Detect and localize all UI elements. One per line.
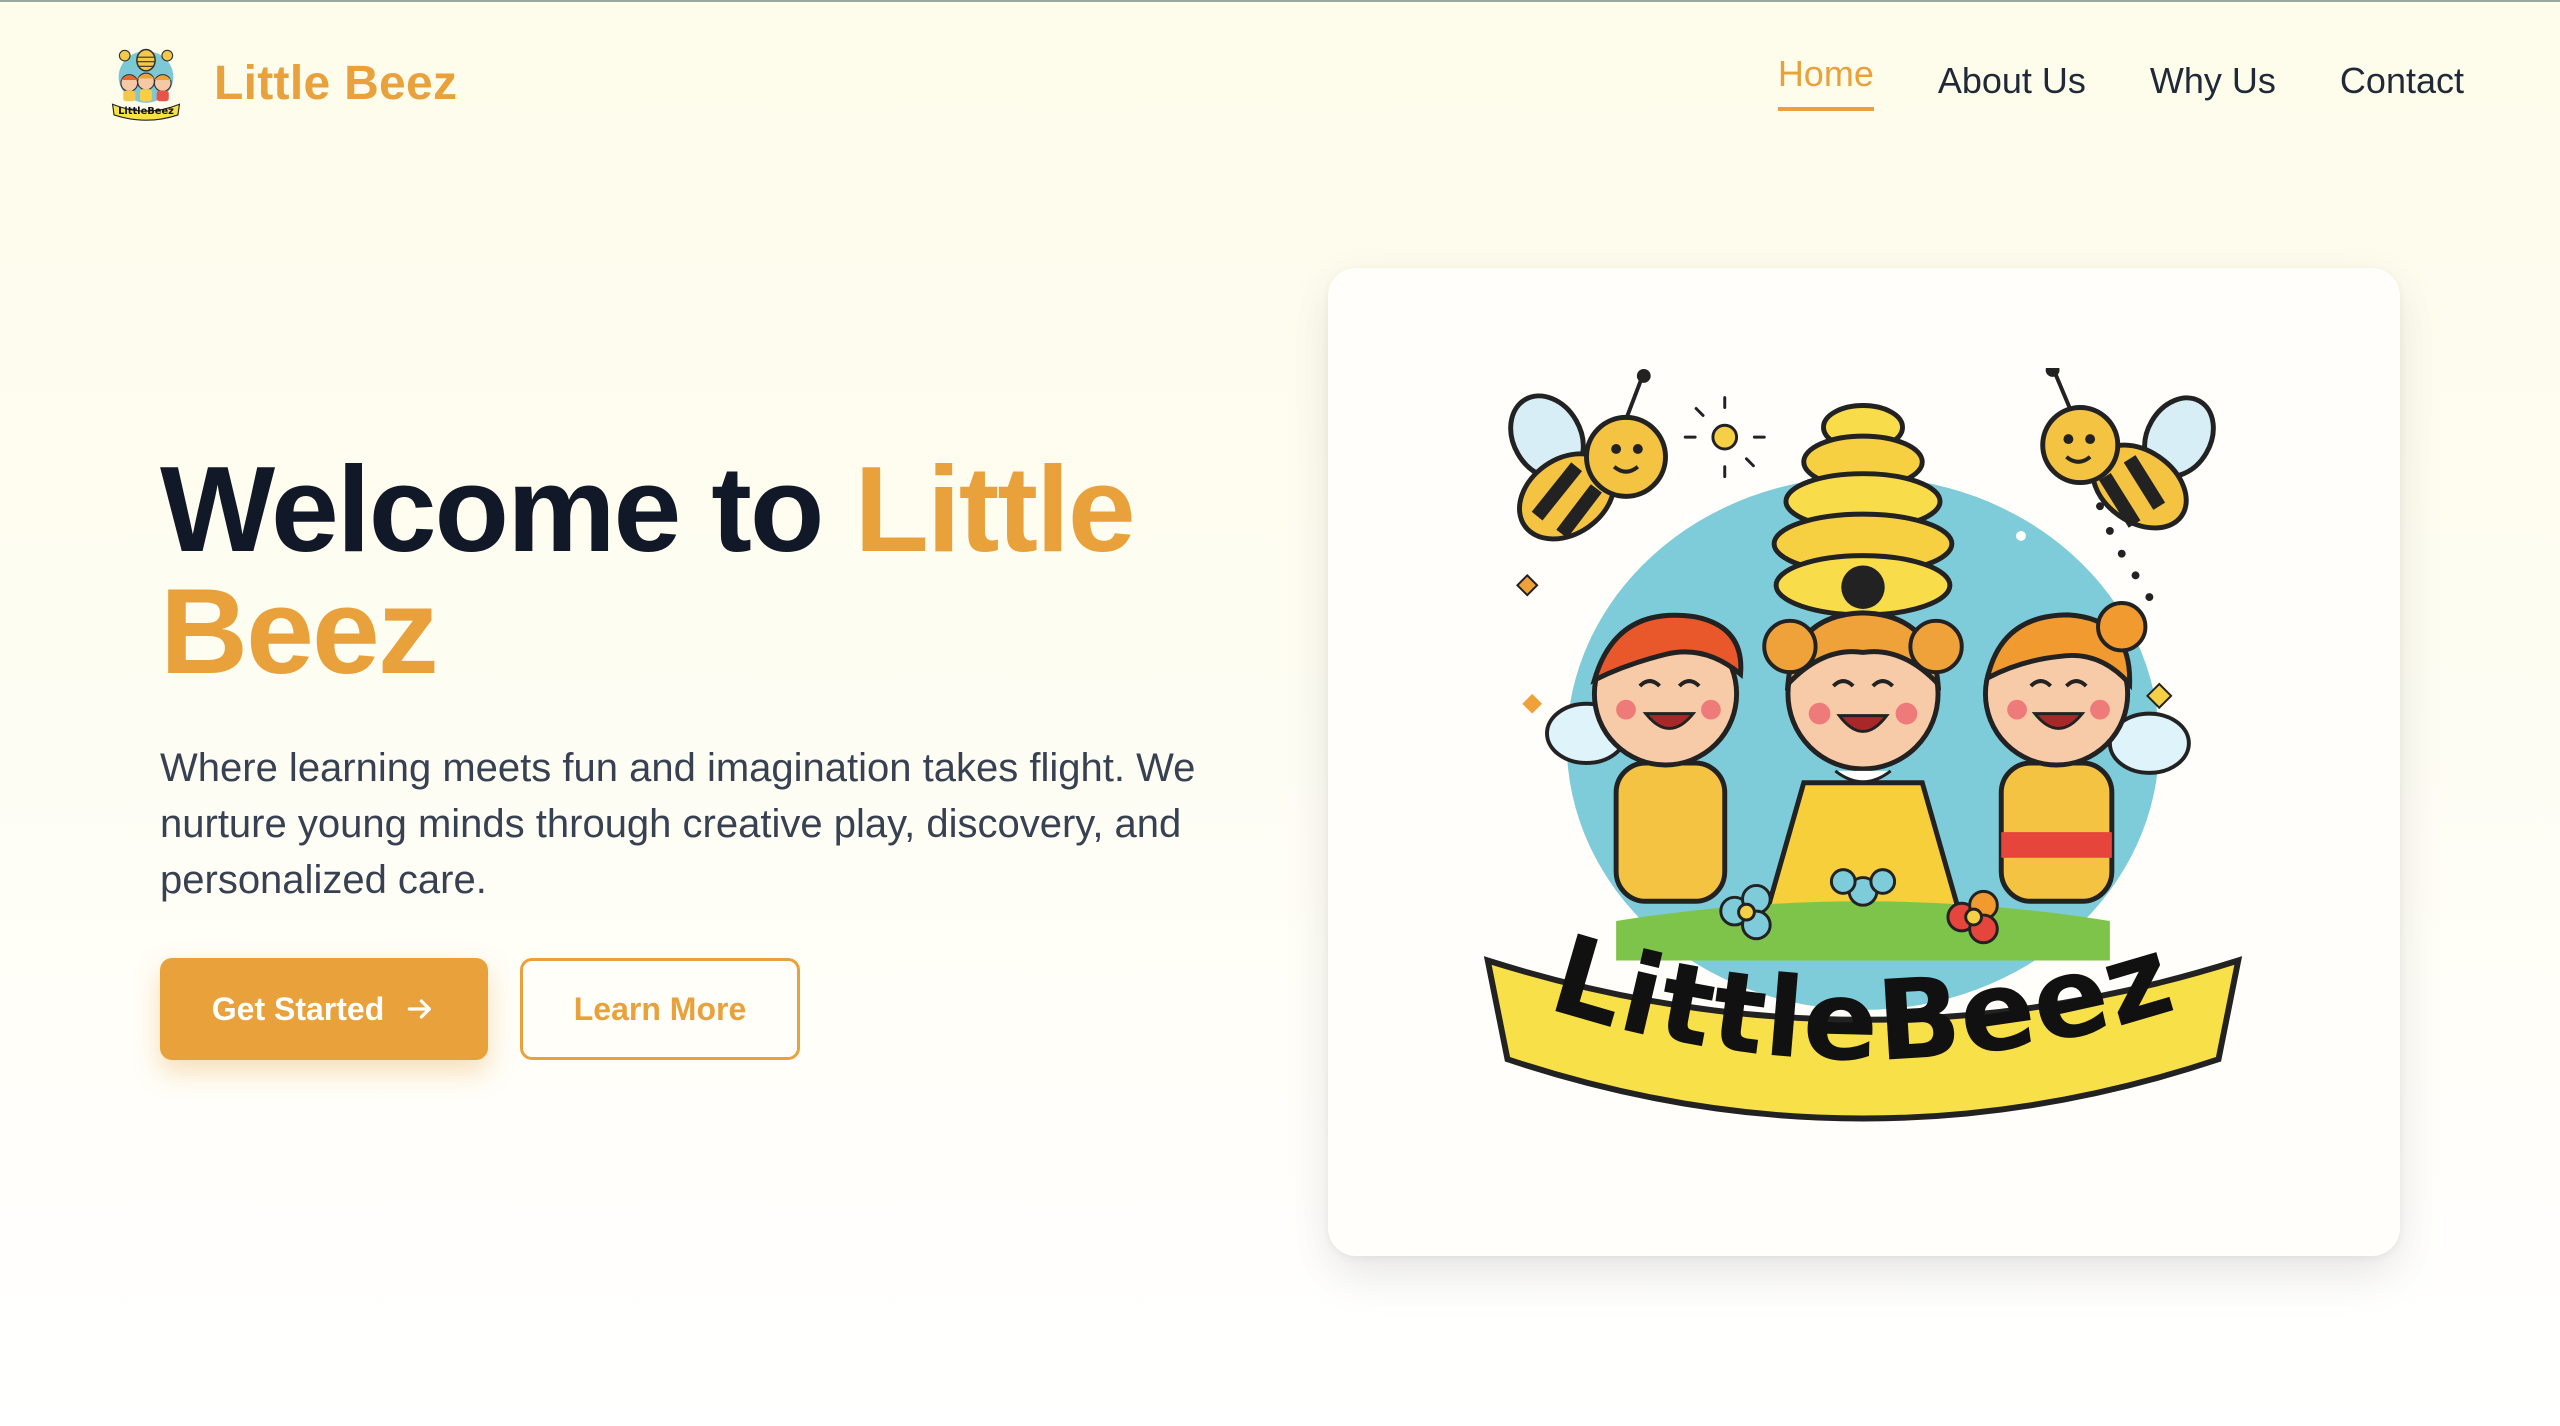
window-top-border — [0, 0, 2560, 2]
hero-title: Welcome to Little Beez — [160, 448, 1280, 692]
nav-item-home[interactable]: Home — [1777, 44, 1874, 111]
get-started-button[interactable]: Get Started — [160, 958, 488, 1060]
brand-logo-wordmark: LittleBeez — [118, 106, 174, 117]
hero-title-prefix: Welcome to — [160, 441, 855, 577]
hero-image-card: LittleBeez — [1328, 268, 2400, 1256]
main-nav: Home About Us Why Us Contact — [1777, 44, 2464, 111]
arrow-right-icon — [407, 999, 432, 1019]
learn-more-button[interactable]: Learn More — [520, 958, 800, 1060]
brand-name: Little Beez — [214, 56, 458, 110]
learn-more-label: Learn More — [573, 990, 747, 1027]
brand-logo-icon: LittleBeez — [111, 48, 181, 121]
get-started-label: Get Started — [211, 990, 385, 1027]
nav-item-contact[interactable]: Contact — [2340, 44, 2464, 102]
nav-item-about-us[interactable]: About Us — [1938, 44, 2086, 102]
brand-link[interactable]: LittleBeez Little Beez — [108, 42, 457, 124]
nav-item-why-us[interactable]: Why Us — [2150, 44, 2276, 102]
little-beez-logo-illustration: LittleBeez — [1483, 368, 2243, 1122]
hero-description: Where learning meets fun and imagination… — [160, 746, 1196, 902]
